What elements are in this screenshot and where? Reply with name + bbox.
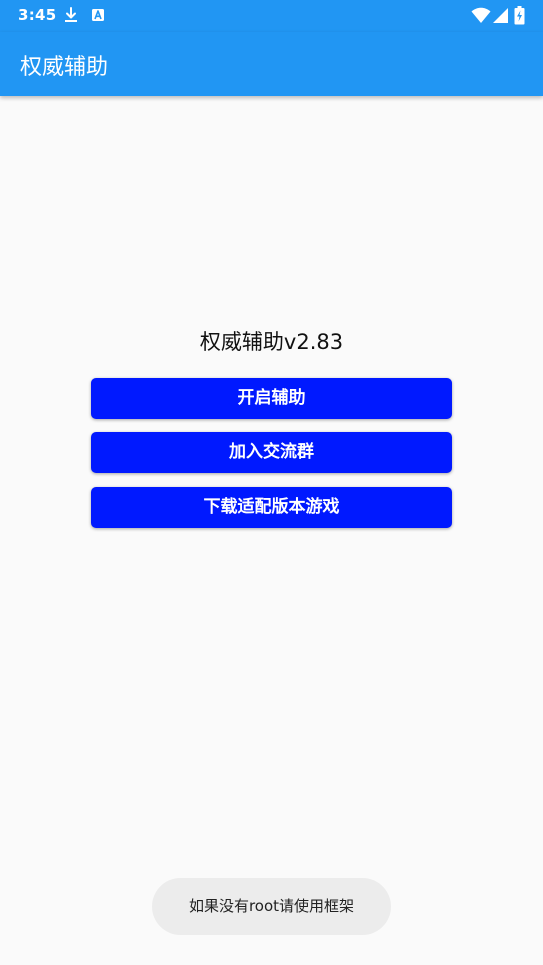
a-notification-icon	[91, 7, 105, 23]
status-time: 3:45	[18, 6, 57, 24]
app-bar: 权威辅助	[0, 32, 543, 96]
signal-icon	[493, 7, 509, 28]
wifi-icon	[471, 7, 491, 28]
join-group-button[interactable]: 加入交流群	[91, 432, 452, 473]
battery-icon	[514, 6, 525, 29]
download-game-button[interactable]: 下载适配版本游戏	[91, 487, 452, 528]
main-heading: 权威辅助v2.83	[199, 330, 344, 354]
app-title: 权威辅助	[20, 55, 109, 80]
download-icon	[64, 7, 78, 23]
status-bar: 3:45	[0, 0, 543, 32]
toast-message: 如果没有root请使用框架	[152, 878, 391, 935]
enable-assist-button[interactable]: 开启辅助	[91, 378, 452, 419]
